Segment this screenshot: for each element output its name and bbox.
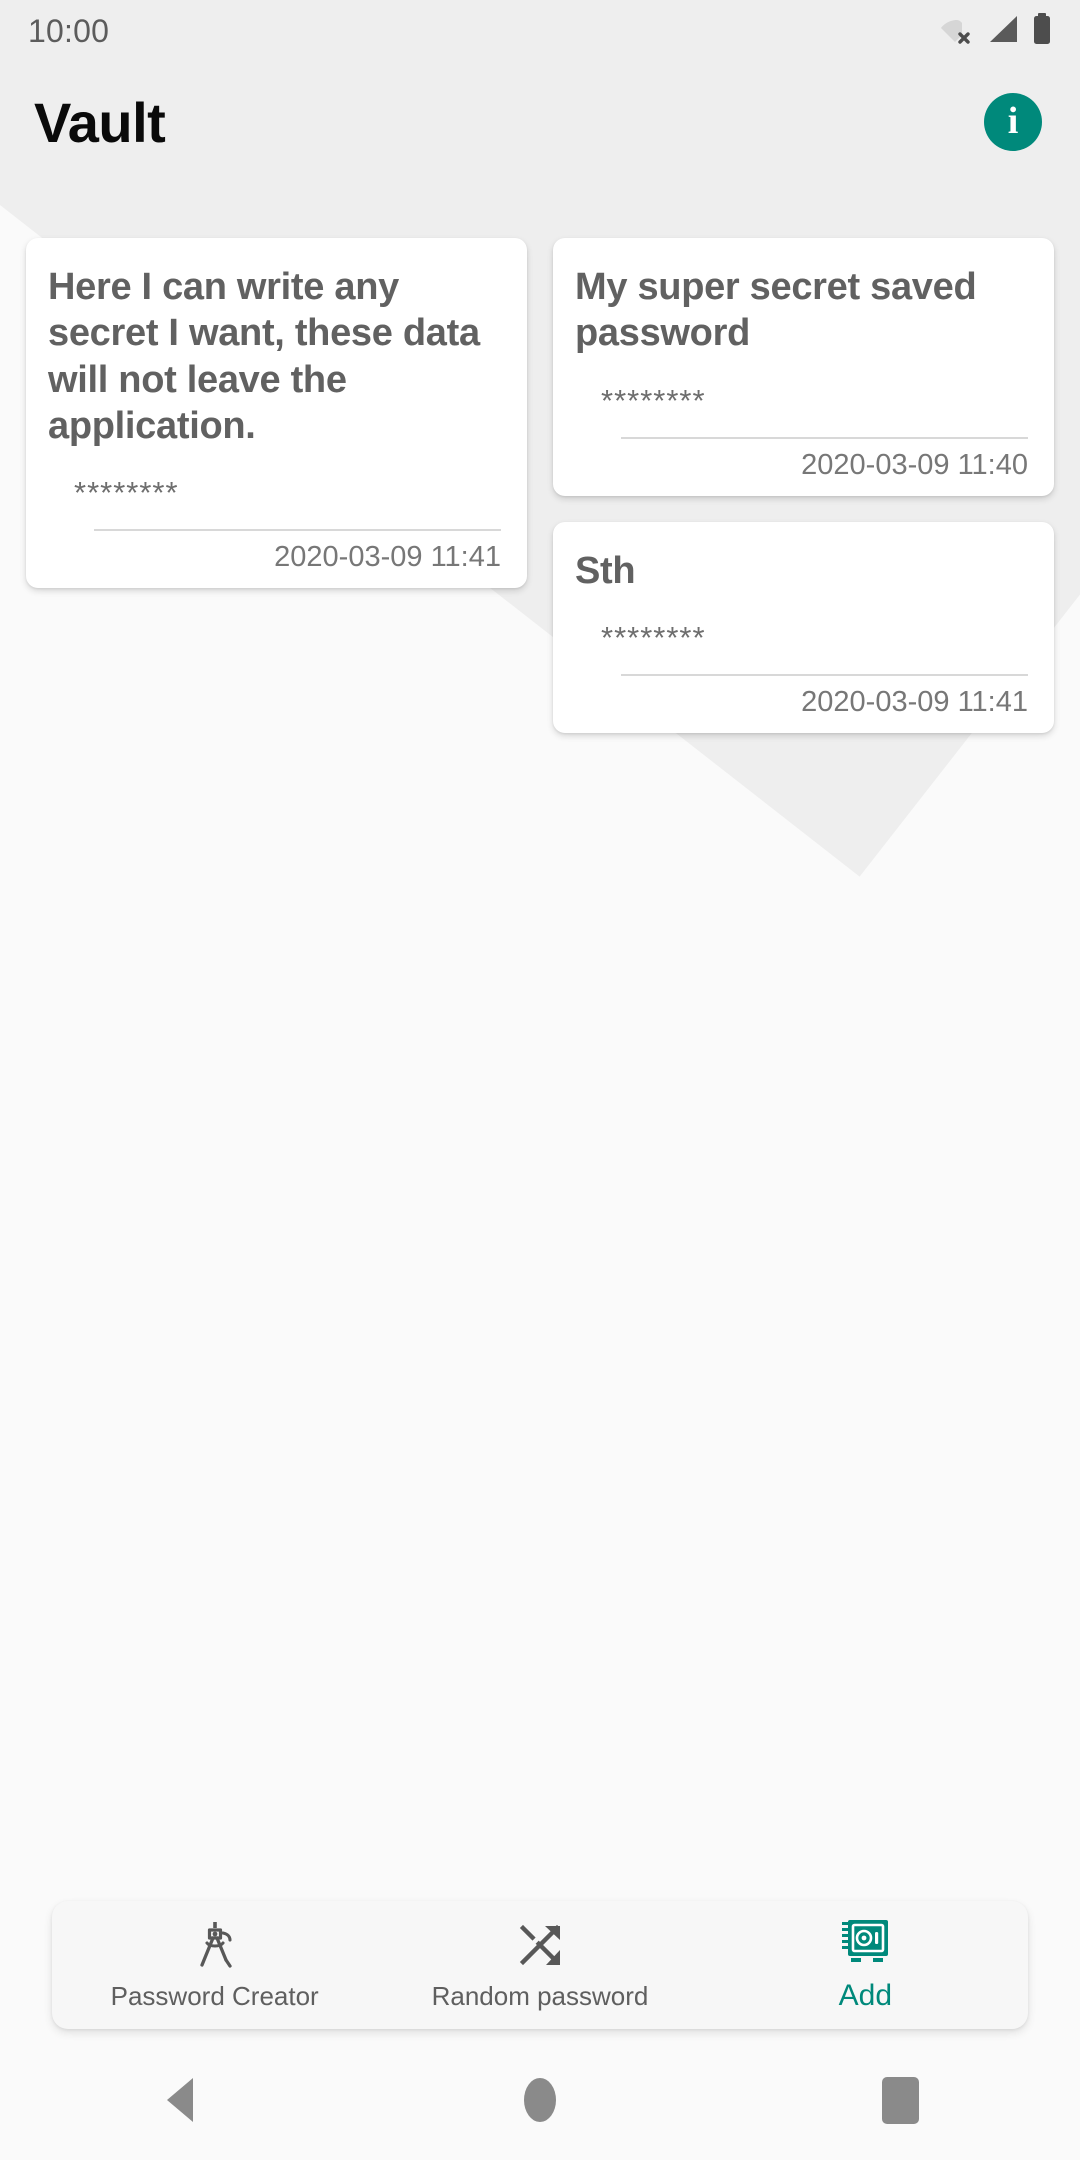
nav-label: Random password	[431, 1980, 649, 2011]
app-screen: 10:00 Vault i Here I can write any secre…	[0, 0, 1080, 2160]
page-title: Vault	[34, 90, 166, 154]
status-bar: 10:00	[0, 0, 1080, 62]
back-icon	[167, 2078, 193, 2122]
note-date: 2020-03-09 11:41	[274, 541, 501, 574]
compass-icon	[189, 1919, 241, 1971]
status-time: 10:00	[28, 12, 110, 49]
note-divider	[621, 436, 1028, 439]
home-button[interactable]	[480, 2040, 600, 2160]
wifi-off-icon	[940, 14, 974, 49]
cellular-signal-icon	[987, 14, 1019, 49]
nav-item-password-creator[interactable]: Password Creator	[52, 1901, 377, 2029]
nav-item-random-password[interactable]: Random password	[377, 1901, 702, 2029]
system-navigation-bar	[0, 2040, 1080, 2160]
shuffle-icon	[514, 1919, 566, 1971]
nav-item-add[interactable]: Add	[703, 1901, 1028, 2029]
info-button[interactable]: i	[984, 93, 1042, 151]
home-icon	[524, 2078, 556, 2122]
status-icons	[940, 12, 1052, 50]
note-title: My super secret saved password	[575, 266, 977, 355]
note-card[interactable]: Sth ******** 2020-03-09 11:41	[553, 521, 1054, 734]
note-secret-masked: ********	[601, 382, 706, 418]
info-icon: i	[1007, 100, 1019, 142]
note-card[interactable]: My super secret saved password ******** …	[553, 238, 1054, 496]
bottom-navigation-bar: Password Creator Random password Add	[52, 1901, 1028, 2029]
note-divider	[621, 674, 1028, 677]
note-date: 2020-03-09 11:40	[801, 448, 1028, 481]
note-date: 2020-03-09 11:41	[801, 686, 1028, 719]
nav-label: Password Creator	[110, 1980, 319, 2011]
recents-button[interactable]	[840, 2040, 960, 2160]
safe-vault-icon	[839, 1917, 891, 1969]
notes-column-right: My super secret saved password ******** …	[553, 238, 1054, 734]
notes-grid: Here I can write any secret I want, thes…	[0, 238, 1080, 734]
note-card[interactable]: Here I can write any secret I want, thes…	[26, 238, 527, 589]
note-divider	[94, 529, 501, 532]
app-bar: Vault i	[0, 62, 1080, 182]
notes-column-left: Here I can write any secret I want, thes…	[26, 238, 527, 589]
note-secret-masked: ********	[74, 475, 179, 511]
battery-full-icon	[1032, 12, 1052, 50]
recents-icon	[881, 2076, 919, 2124]
note-secret-masked: ********	[601, 620, 706, 656]
note-title: Here I can write any secret I want, thes…	[48, 266, 480, 448]
nav-label: Add	[838, 1979, 893, 2012]
note-title: Sth	[575, 549, 636, 592]
back-button[interactable]	[120, 2040, 240, 2160]
